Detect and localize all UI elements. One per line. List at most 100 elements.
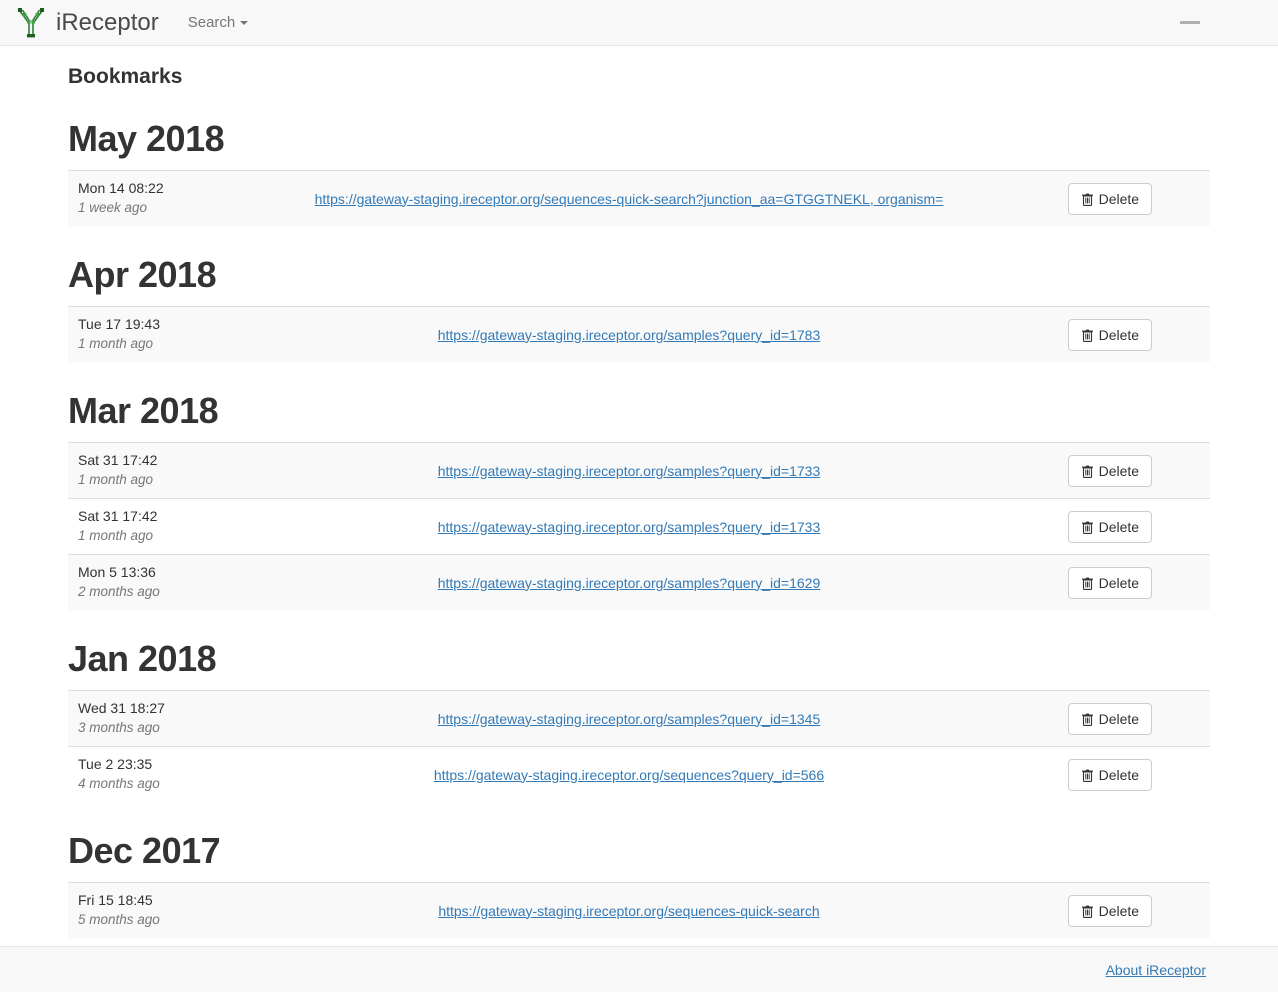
caret-down-icon <box>240 20 249 25</box>
delete-button[interactable]: Delete <box>1067 894 1153 927</box>
bookmark-action-cell: Delete <box>1009 554 1210 610</box>
bookmark-date: Mon 5 13:36 <box>78 564 156 580</box>
month-group: May 2018 Mon 14 08:22 1 week ago https://ga… <box>0 90 1278 226</box>
delete-button-label: Delete <box>1098 326 1140 343</box>
bookmark-relative-time: 1 month ago <box>78 528 154 543</box>
bookmarks-table: Tue 17 19:43 1 month ago https://gateway-s… <box>68 306 1210 362</box>
bookmark-url-cell: https://gateway-staging.ireceptor.org/sa… <box>248 306 1010 362</box>
bookmark-action-cell: Delete <box>1009 690 1210 747</box>
bookmark-date-cell: Sat 31 17:42 1 month ago <box>68 442 249 499</box>
delete-button[interactable]: Delete <box>1067 318 1153 351</box>
delete-button-label: Delete <box>1098 462 1140 479</box>
trash-icon <box>1081 712 1094 726</box>
nav-search-label: Search <box>187 14 236 31</box>
bookmark-action-cell: Delete <box>1009 306 1210 362</box>
top-navbar: iReceptor Search <box>0 0 1278 46</box>
bookmark-link[interactable]: https://gateway-staging.ireceptor.org/sa… <box>438 519 821 535</box>
bookmark-url-cell: https://gateway-staging.ireceptor.org/se… <box>248 170 1010 226</box>
nav-right-collapsed-item[interactable] <box>1180 21 1200 24</box>
bookmark-date: Sat 31 17:42 <box>78 508 158 524</box>
trash-icon <box>1081 576 1094 590</box>
bookmark-date-cell: Mon 14 08:22 1 week ago <box>68 170 249 226</box>
bookmark-url-cell: https://gateway-staging.ireceptor.org/sa… <box>248 442 1010 499</box>
bookmark-url-cell: https://gateway-staging.ireceptor.org/sa… <box>248 499 1009 555</box>
month-heading: Dec 2017 <box>68 830 221 871</box>
table-row: Mon 5 13:36 2 months ago https://gateway-s… <box>68 554 1210 610</box>
bookmark-link[interactable]: https://gateway-staging.ireceptor.org/se… <box>315 191 944 207</box>
main-content: Bookmarks May 2018 Mon 14 08:22 1 week ago… <box>0 46 1278 938</box>
bookmark-url-cell: https://gateway-staging.ireceptor.org/sa… <box>248 690 1010 747</box>
bookmark-link[interactable]: https://gateway-staging.ireceptor.org/sa… <box>438 327 821 343</box>
bookmark-date-cell: Tue 17 19:43 1 month ago <box>68 306 249 362</box>
page-root: iReceptor Search Bookmarks May 2018 Mon 1… <box>0 0 1278 992</box>
month-heading: Apr 2018 <box>68 254 217 295</box>
trash-icon <box>1081 520 1094 534</box>
month-group: Apr 2018 Tue 17 19:43 1 month ago https://g… <box>0 226 1278 362</box>
bookmark-url-cell: https://gateway-staging.ireceptor.org/sa… <box>248 554 1010 610</box>
bookmarks-table: Wed 31 18:27 3 months ago https://gateway-… <box>68 690 1210 802</box>
bookmark-date-cell: Tue 2 23:35 4 months ago <box>68 747 248 803</box>
bookmark-date: Wed 31 18:27 <box>78 700 165 716</box>
bookmark-relative-time: 2 months ago <box>78 584 160 599</box>
bookmark-date-cell: Fri 15 18:45 5 months ago <box>68 882 249 938</box>
about-ireceptor-link[interactable]: About iReceptor <box>1106 962 1206 978</box>
table-row: Wed 31 18:27 3 months ago https://gateway-… <box>68 690 1210 747</box>
bookmarks-table: Sat 31 17:42 1 month ago https://gateway-s… <box>68 442 1210 610</box>
month-heading: Jan 2018 <box>68 638 217 679</box>
bookmark-link[interactable]: https://gateway-staging.ireceptor.org/se… <box>438 903 819 919</box>
month-heading: Mar 2018 <box>68 390 219 431</box>
bookmarks-table: Fri 15 18:45 5 months ago https://gateway-… <box>68 882 1210 938</box>
delete-button[interactable]: Delete <box>1067 702 1153 735</box>
brand-link[interactable]: iReceptor <box>0 0 173 46</box>
bookmark-action-cell: Delete <box>1010 499 1210 555</box>
delete-button-label: Delete <box>1098 574 1140 591</box>
nav-search-dropdown[interactable]: Search <box>173 0 264 46</box>
table-row: Tue 2 23:35 4 months ago https://gateway-s… <box>68 746 1210 803</box>
month-group: Jan 2018 Wed 31 18:27 3 months ago https://… <box>0 610 1278 802</box>
bookmark-link[interactable]: https://gateway-staging.ireceptor.org/sa… <box>438 463 821 479</box>
bookmark-date-cell: Sat 31 17:42 1 month ago <box>68 499 248 555</box>
table-row: Sat 31 17:42 1 month ago https://gateway-s… <box>68 498 1210 555</box>
bookmark-link[interactable]: https://gateway-staging.ireceptor.org/se… <box>434 767 824 783</box>
bookmark-relative-time: 5 months ago <box>78 912 160 927</box>
bookmark-groups: May 2018 Mon 14 08:22 1 week ago https://ga… <box>0 90 1278 938</box>
delete-button-label: Delete <box>1098 518 1140 535</box>
brand-label: iReceptor <box>56 8 159 36</box>
page-title: Bookmarks <box>68 65 183 88</box>
bookmark-date: Sat 31 17:42 <box>78 452 158 468</box>
table-row: Tue 17 19:43 1 month ago https://gateway-s… <box>68 306 1210 362</box>
bookmark-url-cell: https://gateway-staging.ireceptor.org/se… <box>248 882 1010 938</box>
bookmark-date: Tue 17 19:43 <box>78 316 160 332</box>
bookmark-date-cell: Mon 5 13:36 2 months ago <box>68 554 249 610</box>
trash-icon <box>1081 464 1094 478</box>
table-row: Fri 15 18:45 5 months ago https://gateway-… <box>68 882 1210 938</box>
delete-button-label: Delete <box>1098 766 1140 783</box>
bookmark-link[interactable]: https://gateway-staging.ireceptor.org/sa… <box>438 575 821 591</box>
antibody-y-logo-icon <box>14 5 48 41</box>
bookmark-link[interactable]: https://gateway-staging.ireceptor.org/sa… <box>438 711 821 727</box>
delete-button[interactable]: Delete <box>1067 182 1153 215</box>
trash-icon <box>1081 328 1094 342</box>
delete-button[interactable]: Delete <box>1067 454 1153 487</box>
delete-button-label: Delete <box>1098 190 1140 207</box>
bookmark-relative-time: 4 months ago <box>78 776 160 791</box>
delete-button[interactable]: Delete <box>1067 758 1153 791</box>
delete-button-label: Delete <box>1098 902 1140 919</box>
bookmark-action-cell: Delete <box>1009 442 1210 499</box>
trash-icon <box>1081 768 1094 782</box>
delete-button[interactable]: Delete <box>1067 566 1153 599</box>
month-heading: May 2018 <box>68 118 225 159</box>
bookmark-date: Mon 14 08:22 <box>78 180 164 196</box>
bookmark-action-cell: Delete <box>1009 170 1210 226</box>
trash-icon <box>1081 192 1094 206</box>
bookmark-date: Fri 15 18:45 <box>78 892 153 908</box>
bookmark-relative-time: 1 week ago <box>78 200 148 215</box>
month-group: Dec 2017 Fri 15 18:45 5 months ago https://… <box>0 802 1278 938</box>
bookmarks-table: Mon 14 08:22 1 week ago https://gateway-st… <box>68 170 1210 226</box>
bookmark-date: Tue 2 23:35 <box>78 756 153 772</box>
bookmark-relative-time: 1 month ago <box>78 472 154 487</box>
delete-button[interactable]: Delete <box>1067 510 1153 543</box>
page-footer: About iReceptor <box>0 946 1278 992</box>
table-row: Mon 14 08:22 1 week ago https://gateway-st… <box>68 170 1210 226</box>
bookmark-action-cell: Delete <box>1010 747 1210 803</box>
